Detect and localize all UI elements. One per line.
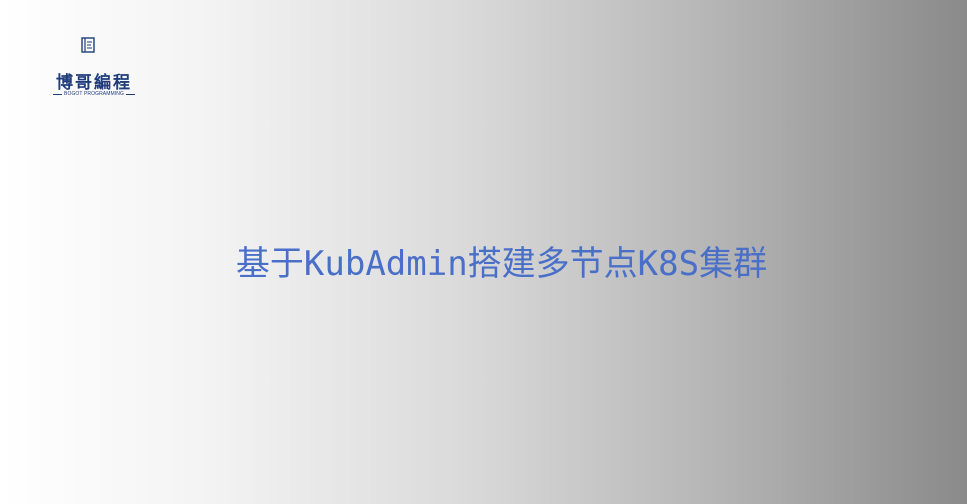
slide: 博哥編程 BOGOT PROGRAMMING 基于KubAdmin搭建多节点K8… — [0, 0, 967, 504]
book-icon — [79, 36, 97, 54]
brand-tagline: BOGOT PROGRAMMING — [46, 91, 142, 97]
tagline-right-rule — [125, 93, 135, 95]
brand-logo: 博哥編程 BOGOT PROGRAMMING — [46, 34, 142, 100]
slide-title: 基于KubAdmin搭建多节点K8S集群 — [235, 244, 768, 284]
brand-subtitle: BOGOT PROGRAMMING — [64, 91, 124, 97]
brand-name: 博哥編程 — [56, 73, 132, 93]
tagline-left-rule — [53, 93, 63, 95]
